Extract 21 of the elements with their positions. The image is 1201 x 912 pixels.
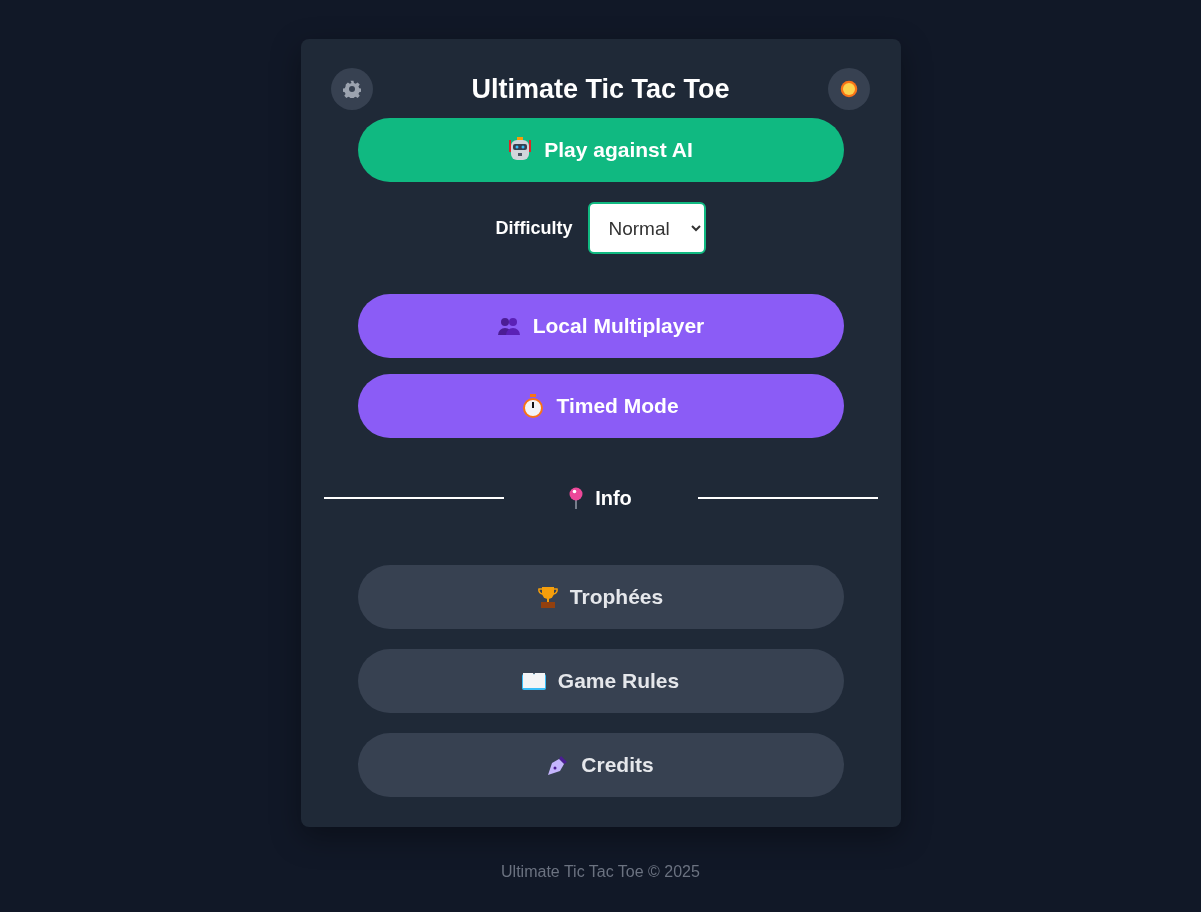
- menu-button[interactable]: Credits: [357, 733, 844, 797]
- pen-icon: [547, 754, 570, 776]
- game-mode-button[interactable]: Local Multiplayer: [357, 294, 844, 358]
- section-title: Info: [595, 486, 632, 511]
- app-title: Ultimate Tic Tac Toe: [471, 72, 730, 106]
- people-icon: [496, 316, 521, 336]
- book-icon: [521, 672, 546, 690]
- settings-button[interactable]: [330, 68, 373, 110]
- difficulty-select[interactable]: Normal: [587, 202, 706, 254]
- theme-toggle-button[interactable]: [828, 68, 871, 110]
- stopwatch-icon: [522, 394, 545, 418]
- menu-button[interactable]: Trophées: [357, 565, 844, 629]
- game-mode-button[interactable]: Timed Mode: [357, 374, 844, 438]
- pushpin-icon: [569, 487, 584, 509]
- sun-icon: [840, 80, 859, 98]
- difficulty-label: Difficulty: [495, 216, 573, 240]
- gear-icon: [342, 80, 361, 98]
- menu-button[interactable]: Game Rules: [357, 649, 844, 713]
- robot-icon: [508, 137, 533, 163]
- trophy-icon: [537, 586, 558, 608]
- footer-text: Ultimate Tic Tac Toe © 2025: [500, 862, 701, 882]
